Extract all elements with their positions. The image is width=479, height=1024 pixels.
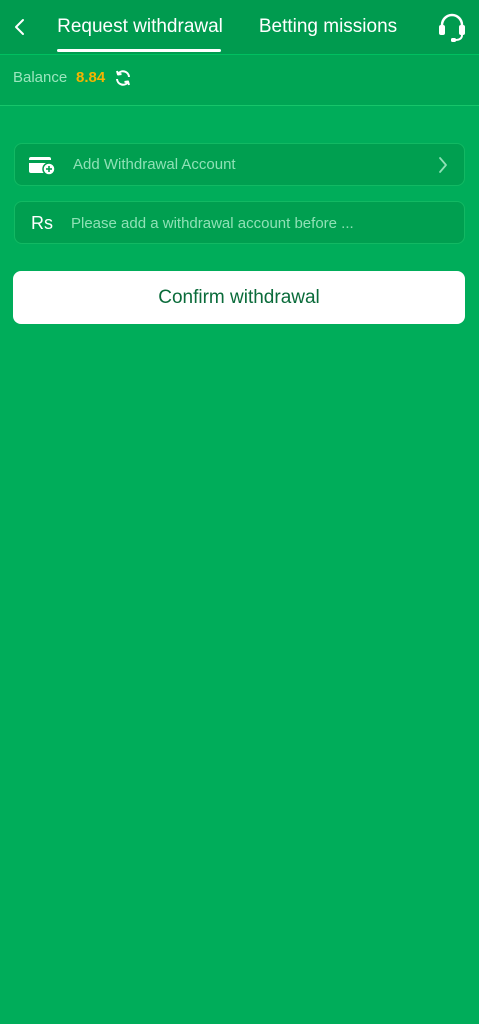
chevron-right-icon [436, 155, 450, 175]
customer-support-button[interactable] [434, 10, 470, 44]
tab-betting-missions[interactable]: Betting missions [246, 0, 410, 54]
balance-bar: Balance 8.84 [0, 54, 479, 106]
currency-symbol: Rs [31, 212, 53, 233]
rupee-icon: Rs [28, 211, 56, 235]
balance-amount: 8.84 [76, 69, 106, 86]
active-tab-indicator [57, 49, 221, 52]
refresh-balance-button[interactable] [113, 67, 133, 89]
headset-icon [439, 13, 465, 42]
refresh-icon [116, 70, 130, 86]
tab-request-withdrawal[interactable]: Request withdrawal [48, 0, 232, 54]
confirm-withdrawal-button[interactable]: Confirm withdrawal [13, 271, 465, 324]
back-button[interactable] [8, 12, 32, 42]
add-withdrawal-account-row[interactable]: Add Withdrawal Account [14, 143, 465, 186]
wallet-add-icon [28, 153, 56, 177]
top-nav-bar: Request withdrawal Betting missions [0, 0, 479, 54]
withdrawal-amount-field: Rs [14, 201, 465, 244]
balance-label: Balance [13, 69, 68, 86]
withdrawal-amount-input[interactable] [71, 208, 451, 238]
chevron-left-icon [15, 19, 24, 35]
add-withdrawal-account-label: Add Withdrawal Account [73, 156, 236, 173]
